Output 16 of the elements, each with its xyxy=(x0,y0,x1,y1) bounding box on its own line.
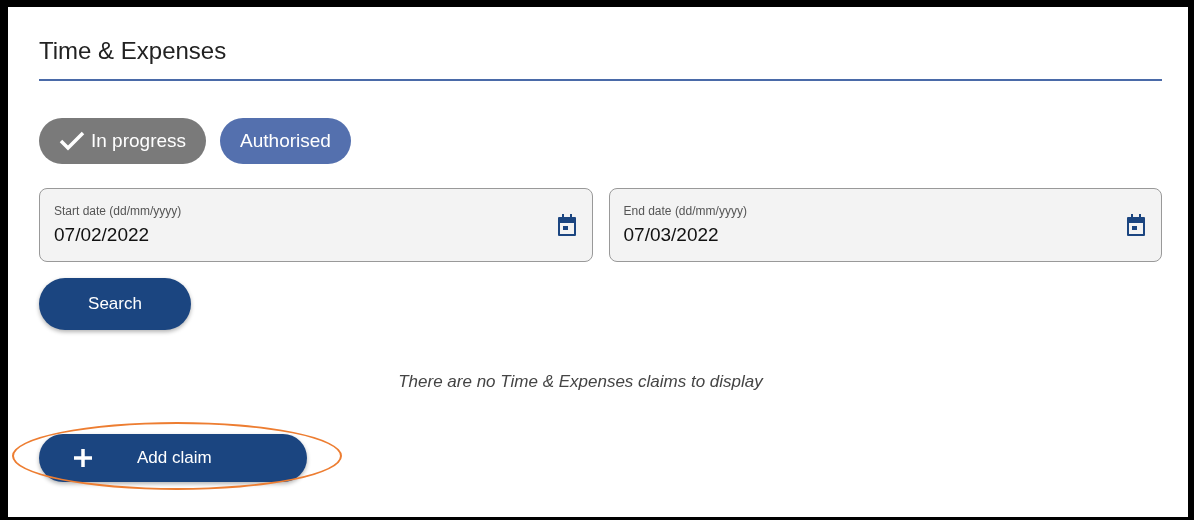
check-icon xyxy=(59,131,85,151)
calendar-icon[interactable] xyxy=(1125,213,1147,237)
add-claim-button[interactable]: Add claim xyxy=(39,434,307,482)
empty-message: There are no Time & Expenses claims to display xyxy=(398,372,763,391)
field-value: 07/03/2022 xyxy=(623,224,720,246)
field-value: 07/02/2022 xyxy=(54,224,151,246)
page-title: Time & Expenses xyxy=(39,37,1162,81)
filter-chip[interactable]: Authorised xyxy=(220,118,351,164)
plus-icon xyxy=(73,448,93,468)
search-button[interactable]: Search xyxy=(39,278,191,330)
date-field[interactable]: Start date (dd/mm/yyyy) 07/02/2022 xyxy=(39,188,593,262)
date-field[interactable]: End date (dd/mm/yyyy) 07/03/2022 xyxy=(608,188,1162,262)
field-label: Start date (dd/mm/yyyy) xyxy=(54,204,182,218)
field-label: End date (dd/mm/yyyy) xyxy=(623,204,747,218)
filter-chip[interactable]: In progress xyxy=(39,118,207,164)
calendar-icon[interactable] xyxy=(555,213,578,237)
